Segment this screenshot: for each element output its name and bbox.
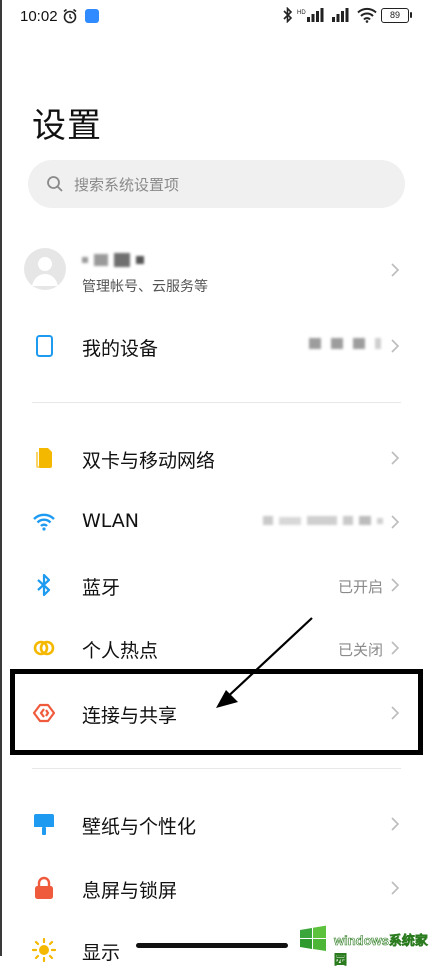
row-label: 壁纸与个性化 bbox=[82, 816, 197, 838]
search-placeholder: 搜索系统设置项 bbox=[74, 176, 180, 194]
bluetooth-icon bbox=[37, 573, 51, 597]
row-label: 息屏与锁屏 bbox=[82, 880, 178, 902]
bluetooth-status: 已开启 bbox=[337, 578, 383, 596]
wallpaper-icon bbox=[34, 814, 54, 835]
chevron-right-icon bbox=[391, 881, 400, 895]
brightness-icon bbox=[32, 938, 56, 962]
row-bluetooth[interactable]: 蓝牙 已开启 bbox=[0, 555, 433, 615]
notification-app-icon bbox=[85, 9, 99, 23]
divider bbox=[32, 768, 401, 769]
avatar bbox=[24, 248, 66, 290]
home-indicator[interactable] bbox=[136, 943, 288, 948]
chevron-right-icon bbox=[391, 641, 400, 655]
bluetooth-status-icon bbox=[283, 7, 293, 23]
tablet-icon bbox=[36, 335, 53, 357]
row-wallpaper[interactable]: 壁纸与个性化 bbox=[0, 794, 433, 854]
account-name-redacted bbox=[82, 250, 144, 270]
signal-icon bbox=[332, 8, 349, 22]
chevron-right-icon bbox=[391, 451, 400, 465]
chevron-right-icon bbox=[391, 263, 400, 277]
lock-icon bbox=[35, 876, 53, 899]
signal-hd-icon: HD bbox=[297, 8, 324, 22]
hotspot-status: 已关闭 bbox=[337, 641, 383, 659]
account-row[interactable]: 管理帐号、云服务等 bbox=[0, 236, 433, 308]
row-label: 双卡与移动网络 bbox=[82, 450, 216, 472]
status-right-group: HD 89 bbox=[282, 7, 412, 23]
wifi-icon bbox=[33, 513, 55, 531]
hotspot-icon bbox=[33, 640, 55, 656]
row-dual-sim[interactable]: 双卡与移动网络 bbox=[0, 428, 433, 488]
sim-card-icon bbox=[36, 448, 52, 468]
row-label: 个人热点 bbox=[82, 640, 159, 662]
status-time: 10:02 bbox=[20, 8, 58, 25]
row-label: WLAN bbox=[82, 510, 140, 532]
search-input[interactable]: 搜索系统设置项 bbox=[28, 160, 405, 208]
battery-icon: 89 bbox=[381, 7, 412, 23]
row-label: 我的设备 bbox=[82, 338, 159, 360]
chevron-right-icon bbox=[391, 578, 400, 592]
watermark-text: windows系统家园 bbox=[334, 933, 428, 968]
divider bbox=[32, 402, 401, 403]
user-icon bbox=[32, 257, 58, 286]
chevron-right-icon bbox=[391, 817, 400, 831]
annotation-arrow-icon bbox=[216, 617, 313, 708]
page-title: 设置 bbox=[32, 106, 102, 146]
wifi-name-redacted bbox=[263, 516, 383, 525]
row-lock-screen[interactable]: 息屏与锁屏 bbox=[0, 858, 433, 918]
wifi-status-icon bbox=[357, 7, 377, 23]
row-label: 显示 bbox=[82, 942, 121, 964]
alarm-icon bbox=[63, 8, 77, 24]
account-subtitle: 管理帐号、云服务等 bbox=[82, 279, 208, 295]
row-my-device[interactable]: 我的设备 bbox=[0, 316, 433, 376]
search-icon bbox=[47, 176, 63, 192]
hd-label: HD bbox=[297, 10, 306, 16]
row-label: 蓝牙 bbox=[82, 577, 121, 599]
chevron-right-icon bbox=[391, 339, 400, 353]
chevron-right-icon bbox=[391, 515, 400, 529]
status-bar: 10:02 HD 89 bbox=[0, 0, 433, 34]
row-wlan[interactable]: WLAN bbox=[0, 492, 433, 552]
device-name-redacted bbox=[309, 338, 381, 349]
